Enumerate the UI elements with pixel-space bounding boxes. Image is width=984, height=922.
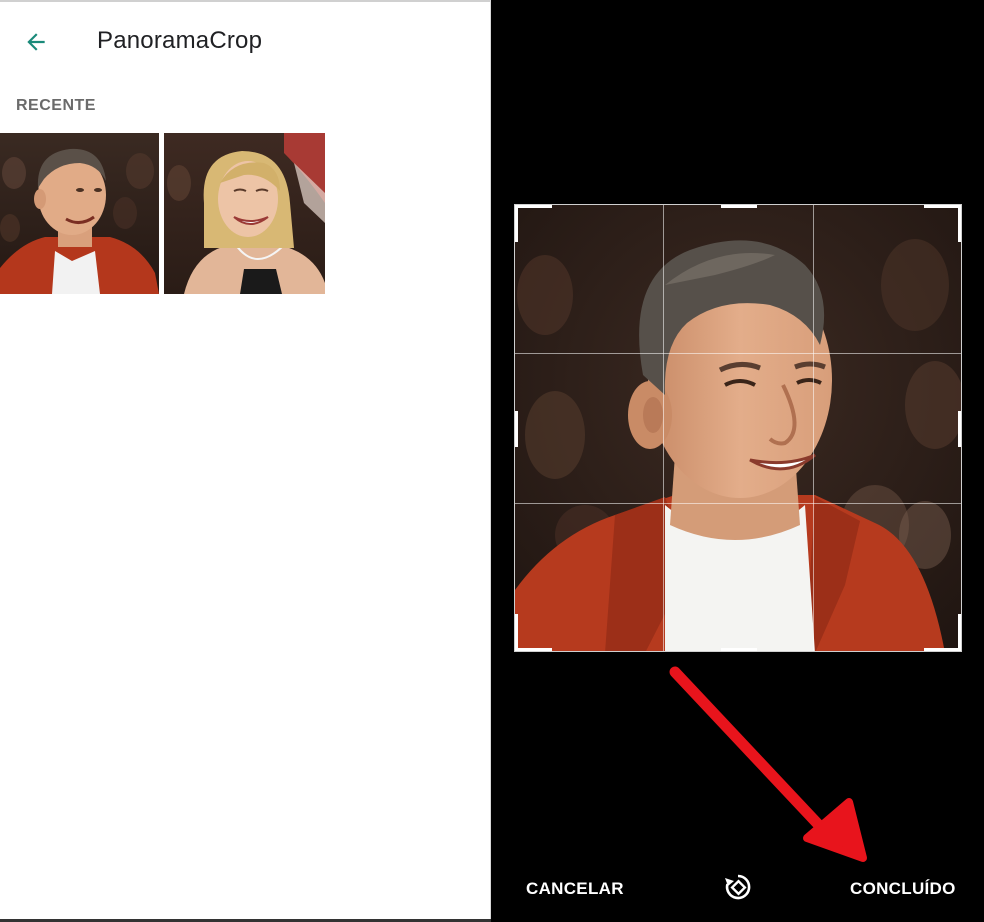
- grid-line-vertical-2: [813, 205, 814, 651]
- back-button[interactable]: [18, 24, 54, 60]
- thumbnail-woman-photo[interactable]: [164, 133, 325, 294]
- grid-line-vertical-1: [663, 205, 664, 651]
- crop-handle-bottom-right[interactable]: [924, 614, 961, 651]
- rotate-button[interactable]: [722, 871, 754, 903]
- crop-editor-screen: CANCELAR CONCLUÍDO: [491, 0, 984, 922]
- app-title: PanoramaCrop: [97, 27, 263, 54]
- woman-photo-image: [164, 133, 325, 294]
- done-button[interactable]: CONCLUÍDO: [850, 879, 956, 899]
- thumbnail-man-photo[interactable]: [0, 133, 159, 294]
- gallery-screen: PanoramaCrop RECENTE: [0, 0, 491, 922]
- crop-handle-bottom[interactable]: [721, 648, 757, 651]
- crop-handle-right[interactable]: [958, 411, 961, 447]
- crop-handle-top[interactable]: [721, 205, 757, 208]
- arrow-left-icon: [27, 33, 45, 51]
- grid-line-horizontal-1: [515, 353, 961, 354]
- top-edge-divider: [0, 0, 491, 2]
- crop-handle-bottom-left[interactable]: [515, 614, 552, 651]
- crop-handle-top-right[interactable]: [924, 205, 961, 242]
- grid-line-horizontal-2: [515, 503, 961, 504]
- rotate-icon: [725, 874, 751, 900]
- crop-handle-top-left[interactable]: [515, 205, 552, 242]
- crop-frame[interactable]: [514, 204, 962, 652]
- section-label-recent: RECENTE: [16, 97, 96, 114]
- crop-handle-left[interactable]: [515, 411, 518, 447]
- cancel-button[interactable]: CANCELAR: [526, 879, 624, 899]
- man-photo-image: [0, 133, 159, 294]
- crop-photo-image: [515, 205, 961, 651]
